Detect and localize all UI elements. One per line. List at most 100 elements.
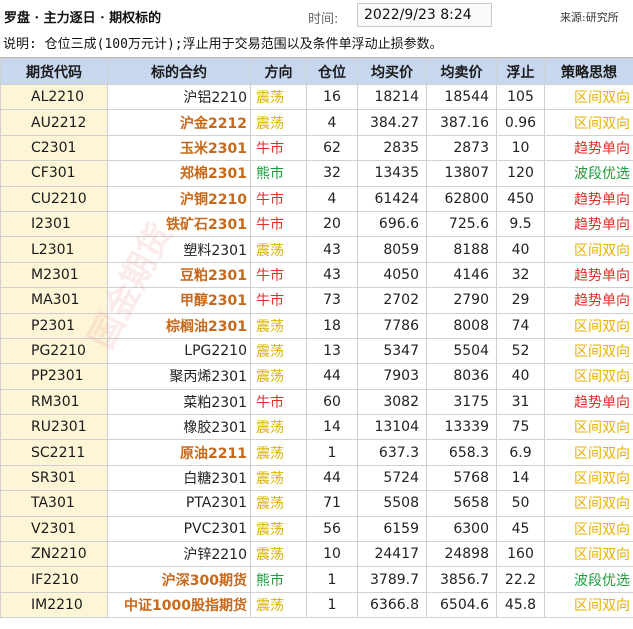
- cell-code[interactable]: AU2212: [0, 109, 108, 136]
- cell-strategy[interactable]: 区间双向: [544, 414, 633, 441]
- cell-contract[interactable]: 沪铜2210: [107, 185, 251, 212]
- cell-avg-sell[interactable]: 4146: [426, 261, 497, 289]
- cell-avg-buy[interactable]: 5508: [357, 490, 427, 517]
- cell-code[interactable]: CF301: [0, 160, 108, 187]
- cell-code[interactable]: V2301: [0, 515, 108, 543]
- cell-direction[interactable]: 震荡: [250, 109, 307, 136]
- cell-avg-buy[interactable]: 7903: [357, 363, 427, 390]
- cell-strategy[interactable]: 区间双向: [544, 312, 633, 339]
- cell-contract[interactable]: 玉米2301: [107, 134, 251, 162]
- cell-avg-buy[interactable]: 2702: [357, 287, 427, 314]
- cell-avg-buy[interactable]: 13104: [357, 414, 427, 441]
- cell-strategy[interactable]: 区间双向: [544, 337, 633, 365]
- cell-code[interactable]: PP2301: [0, 363, 108, 390]
- cell-position[interactable]: 13: [306, 337, 358, 365]
- cell-stop[interactable]: 40: [496, 236, 545, 263]
- cell-code[interactable]: P2301: [0, 312, 108, 339]
- cell-avg-buy[interactable]: 5724: [357, 464, 427, 492]
- cell-direction[interactable]: 熊市: [250, 160, 307, 187]
- cell-strategy[interactable]: 趋势单向: [544, 185, 633, 212]
- cell-avg-sell[interactable]: 13807: [426, 160, 497, 187]
- cell-avg-buy[interactable]: 384.27: [357, 109, 427, 136]
- cell-contract[interactable]: 橡胶2301: [107, 414, 251, 441]
- cell-avg-sell[interactable]: 6504.6: [426, 591, 497, 619]
- cell-code[interactable]: AL2210: [0, 83, 108, 111]
- cell-avg-sell[interactable]: 5768: [426, 464, 497, 492]
- cell-strategy[interactable]: 趋势单向: [544, 210, 633, 238]
- cell-direction[interactable]: 震荡: [250, 464, 307, 492]
- cell-stop[interactable]: 450: [496, 185, 545, 212]
- cell-stop[interactable]: 29: [496, 287, 545, 314]
- cell-code[interactable]: M2301: [0, 261, 108, 289]
- cell-avg-sell[interactable]: 2873: [426, 134, 497, 162]
- cell-position[interactable]: 1: [306, 566, 358, 593]
- cell-direction[interactable]: 震荡: [250, 312, 307, 339]
- cell-direction[interactable]: 熊市: [250, 566, 307, 593]
- cell-position[interactable]: 62: [306, 134, 358, 162]
- cell-avg-buy[interactable]: 7786: [357, 312, 427, 339]
- cell-contract[interactable]: LPG2210: [107, 337, 251, 365]
- cell-contract[interactable]: 沪铝2210: [107, 83, 251, 111]
- cell-avg-buy[interactable]: 3082: [357, 388, 427, 416]
- cell-position[interactable]: 10: [306, 541, 358, 568]
- cell-stop[interactable]: 45: [496, 515, 545, 543]
- cell-position[interactable]: 4: [306, 185, 358, 212]
- cell-position[interactable]: 43: [306, 236, 358, 263]
- cell-avg-buy[interactable]: 5347: [357, 337, 427, 365]
- cell-strategy[interactable]: 区间双向: [544, 109, 633, 136]
- cell-avg-sell[interactable]: 2790: [426, 287, 497, 314]
- cell-avg-buy[interactable]: 637.3: [357, 439, 427, 466]
- cell-strategy[interactable]: 区间双向: [544, 83, 633, 111]
- cell-avg-buy[interactable]: 696.6: [357, 210, 427, 238]
- cell-contract[interactable]: 棕榈油2301: [107, 312, 251, 339]
- cell-stop[interactable]: 0.96: [496, 109, 545, 136]
- cell-avg-buy[interactable]: 6159: [357, 515, 427, 543]
- cell-position[interactable]: 1: [306, 591, 358, 619]
- cell-position[interactable]: 16: [306, 83, 358, 111]
- cell-code[interactable]: RM301: [0, 388, 108, 416]
- cell-position[interactable]: 71: [306, 490, 358, 517]
- cell-avg-sell[interactable]: 5504: [426, 337, 497, 365]
- cell-stop[interactable]: 160: [496, 541, 545, 568]
- cell-stop[interactable]: 45.8: [496, 591, 545, 619]
- cell-direction[interactable]: 震荡: [250, 439, 307, 466]
- cell-contract[interactable]: 中证1000股指期货: [107, 591, 251, 619]
- cell-direction[interactable]: 震荡: [250, 363, 307, 390]
- cell-contract[interactable]: 菜粕2301: [107, 388, 251, 416]
- cell-avg-buy[interactable]: 8059: [357, 236, 427, 263]
- cell-strategy[interactable]: 区间双向: [544, 363, 633, 390]
- cell-code[interactable]: MA301: [0, 287, 108, 314]
- cell-avg-sell[interactable]: 5658: [426, 490, 497, 517]
- cell-stop[interactable]: 52: [496, 337, 545, 365]
- cell-stop[interactable]: 14: [496, 464, 545, 492]
- cell-avg-sell[interactable]: 8188: [426, 236, 497, 263]
- cell-avg-buy[interactable]: 4050: [357, 261, 427, 289]
- cell-direction[interactable]: 牛市: [250, 261, 307, 289]
- cell-stop[interactable]: 22.2: [496, 566, 545, 593]
- cell-avg-sell[interactable]: 13339: [426, 414, 497, 441]
- cell-direction[interactable]: 牛市: [250, 287, 307, 314]
- cell-avg-sell[interactable]: 18544: [426, 83, 497, 111]
- cell-stop[interactable]: 10: [496, 134, 545, 162]
- cell-position[interactable]: 4: [306, 109, 358, 136]
- cell-direction[interactable]: 震荡: [250, 337, 307, 365]
- cell-avg-sell[interactable]: 8008: [426, 312, 497, 339]
- cell-direction[interactable]: 震荡: [250, 541, 307, 568]
- cell-contract[interactable]: 塑料2301: [107, 236, 251, 263]
- cell-position[interactable]: 32: [306, 160, 358, 187]
- cell-contract[interactable]: 沪锌2210: [107, 541, 251, 568]
- cell-stop[interactable]: 120: [496, 160, 545, 187]
- cell-contract[interactable]: 白糖2301: [107, 464, 251, 492]
- cell-contract[interactable]: 甲醇2301: [107, 287, 251, 314]
- cell-stop[interactable]: 50: [496, 490, 545, 517]
- cell-direction[interactable]: 牛市: [250, 388, 307, 416]
- cell-code[interactable]: RU2301: [0, 414, 108, 441]
- cell-avg-sell[interactable]: 62800: [426, 185, 497, 212]
- cell-position[interactable]: 73: [306, 287, 358, 314]
- cell-avg-sell[interactable]: 725.6: [426, 210, 497, 238]
- cell-code[interactable]: TA301: [0, 490, 108, 517]
- cell-code[interactable]: CU2210: [0, 185, 108, 212]
- cell-direction[interactable]: 牛市: [250, 185, 307, 212]
- cell-contract[interactable]: PTA2301: [107, 490, 251, 517]
- cell-avg-sell[interactable]: 8036: [426, 363, 497, 390]
